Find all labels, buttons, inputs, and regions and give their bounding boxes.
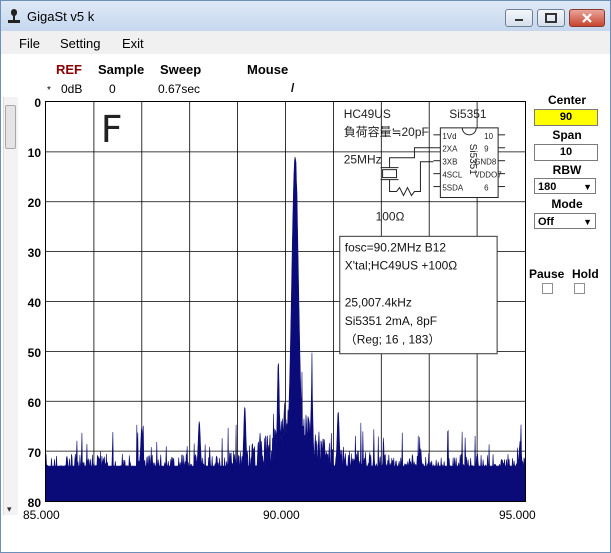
sample-label: Sample	[98, 62, 145, 77]
chip-pin-label: 1Vd	[442, 132, 456, 141]
minimize-icon	[515, 19, 523, 21]
close-button[interactable]	[569, 9, 605, 27]
info-line: 25,007.4kHz	[345, 295, 412, 309]
ref-value: 0dB	[61, 82, 83, 96]
chip-name-label: Si5351	[449, 107, 487, 121]
app-icon	[8, 9, 20, 23]
y-tick: 60	[27, 396, 41, 410]
load-capacitance-label: 負荷容量≒20pF	[344, 124, 429, 139]
sample-value: 0	[109, 82, 116, 96]
hold-checkbox[interactable]	[574, 283, 585, 294]
mouse-label: Mouse	[247, 62, 289, 77]
menu-bar: File Setting Exit	[1, 32, 610, 54]
chevron-down-icon: ▼	[583, 182, 592, 192]
x-tick: 90.000	[263, 508, 300, 522]
y-tick: 40	[27, 296, 41, 310]
y-tick: 0	[34, 96, 41, 110]
maximize-button[interactable]	[537, 9, 565, 27]
hold-label: Hold	[572, 267, 599, 281]
span-input[interactable]: 10	[534, 144, 598, 161]
chevron-down-icon: ▼	[583, 217, 592, 227]
resistor-label: 100Ω	[376, 209, 405, 223]
x-tick: 85.000	[23, 508, 60, 522]
sweep-value: 0.67sec	[158, 82, 201, 96]
info-line: （Reg; 16 , 183）	[345, 332, 441, 346]
rbw-label: RBW	[552, 163, 582, 177]
ref-marker: *	[47, 85, 51, 96]
chip-pin-label: 4SCL	[442, 171, 462, 180]
rbw-value: 180	[538, 181, 557, 193]
ref-label: REF	[56, 62, 82, 77]
scroll-down-icon[interactable]: ▾	[7, 504, 12, 515]
mode-select[interactable]: Off ▼	[534, 213, 596, 229]
menu-exit[interactable]: Exit	[122, 36, 144, 51]
mode-value: Off	[538, 216, 554, 228]
title-bar[interactable]: GigaSt v5 k	[1, 1, 610, 31]
pause-checkbox[interactable]	[542, 283, 553, 294]
close-icon	[582, 13, 592, 23]
resistor-symbol	[389, 161, 434, 197]
chip-pin-label: 5SDA	[442, 184, 463, 193]
info-line: Si5351 2mA, 8pF	[345, 314, 437, 328]
window-title: GigaSt v5 k	[27, 9, 95, 24]
level-scroll-thumb[interactable]	[5, 105, 16, 149]
mode-label: Mode	[551, 197, 583, 211]
info-line: fosc=90.2MHz B12	[345, 240, 447, 254]
xtal-type-label: HC49US	[344, 107, 391, 121]
info-line: X'tal;HC49US +100Ω	[345, 259, 458, 273]
span-label: Span	[552, 128, 582, 142]
y-tick: 10	[27, 146, 41, 160]
app-window: GigaSt v5 k File Setting Exit REF Sample…	[0, 0, 611, 553]
spectrum-plot[interactable]: F HC49US 負荷容量≒20pF 25MHz Si5351 100Ω 1Vd 2XA 3XB…	[45, 101, 526, 502]
level-scrollbar[interactable]	[3, 97, 18, 515]
mode-letter: F	[101, 107, 123, 151]
chip-pin-label: 6	[484, 184, 489, 193]
y-tick: 50	[27, 346, 41, 360]
chip-vertical-label: Si5351	[467, 144, 478, 175]
chip-pin-label: 2XA	[442, 145, 458, 154]
schematic-wire	[389, 147, 434, 168]
menu-file[interactable]: File	[19, 36, 40, 51]
mouse-value: /	[291, 81, 295, 95]
y-tick: 30	[27, 246, 41, 260]
crystal-symbol	[382, 169, 398, 179]
chip-pin-label: 3XB	[442, 158, 457, 167]
sweep-label: Sweep	[160, 62, 202, 77]
x-tick: 95.000	[499, 508, 536, 522]
pause-label: Pause	[529, 267, 565, 281]
maximize-icon	[545, 13, 557, 23]
center-input[interactable]: 90	[534, 109, 598, 126]
chip-pin-label: 10	[484, 132, 493, 141]
center-label: Center	[547, 93, 586, 107]
crystal-freq-label: 25MHz	[344, 153, 382, 167]
minimize-button[interactable]	[505, 9, 533, 27]
menu-setting[interactable]: Setting	[60, 36, 100, 51]
rbw-select[interactable]: 180 ▼	[534, 178, 596, 194]
y-tick: 70	[27, 446, 41, 460]
y-tick: 20	[27, 196, 41, 210]
chip-pin-label: 9	[484, 145, 489, 154]
